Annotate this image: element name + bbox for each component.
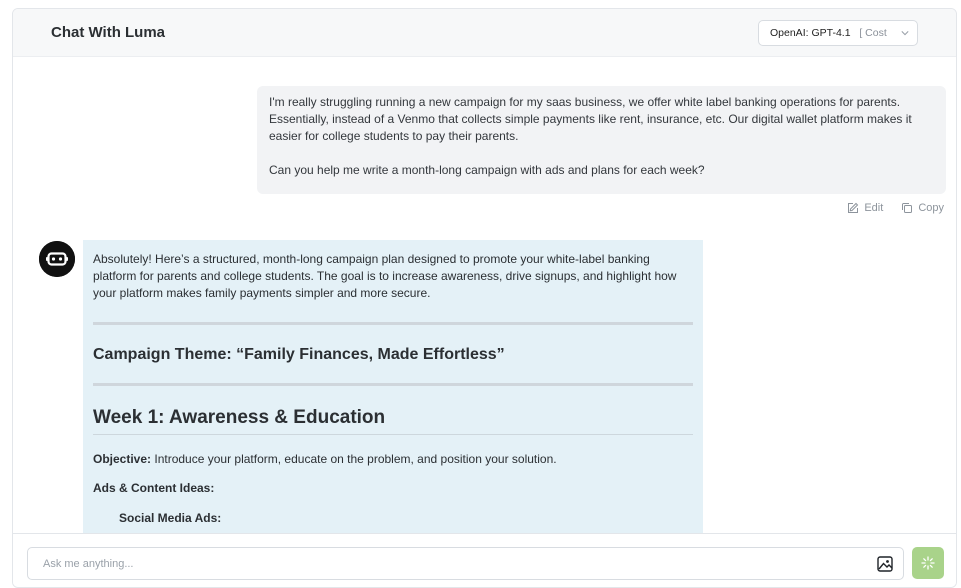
- edit-label: Edit: [864, 202, 884, 214]
- user-message: I'm really struggling running a new camp…: [257, 86, 946, 194]
- send-button[interactable]: [912, 547, 944, 579]
- objective-line: Objective: Introduce your platform, educ…: [93, 452, 693, 466]
- edit-icon: [848, 202, 859, 213]
- chat-window: Chat With Luma OpenAI: GPT-4.1 [ Cost I'…: [12, 8, 957, 588]
- user-message-paragraph: Can you help me write a month-long campa…: [269, 163, 705, 177]
- assistant-message: Absolutely! Here’s a structured, month-l…: [83, 240, 703, 533]
- user-message-paragraph: I'm really struggling running a new camp…: [269, 95, 912, 143]
- divider: [93, 322, 693, 325]
- sparkle-icon: [921, 556, 935, 570]
- objective-text: Introduce your platform, educate on the …: [151, 452, 557, 466]
- assistant-intro: Absolutely! Here’s a structured, month-l…: [93, 252, 677, 300]
- copy-icon: [902, 203, 913, 213]
- robot-icon: [39, 241, 75, 277]
- week-heading: Week 1: Awareness & Education: [93, 407, 386, 428]
- assistant-avatar: [39, 241, 75, 277]
- image-icon: [877, 556, 893, 572]
- divider: [93, 383, 693, 386]
- copy-label: Copy: [918, 202, 944, 214]
- model-select-value: OpenAI: GPT-4.1: [770, 27, 851, 39]
- message-input[interactable]: [28, 548, 868, 579]
- message-input-box: [27, 547, 904, 580]
- copy-button[interactable]: Copy: [901, 202, 944, 214]
- image-upload-button[interactable]: [877, 556, 893, 572]
- edit-button[interactable]: Edit: [847, 202, 883, 214]
- message-actions: Edit Copy: [847, 202, 944, 214]
- message-list[interactable]: I'm really struggling running a new camp…: [13, 57, 956, 533]
- ads-content-label: Ads & Content Ideas:: [93, 481, 215, 495]
- objective-label: Objective:: [93, 452, 152, 466]
- model-select[interactable]: OpenAI: GPT-4.1 [ Cost: [758, 20, 918, 46]
- campaign-theme-heading: Campaign Theme: “Family Finances, Made E…: [93, 346, 505, 363]
- chevron-down-icon: [901, 31, 909, 36]
- heading-underline: [93, 434, 693, 435]
- ads-content-heading: Ads & Content Ideas:: [93, 481, 693, 495]
- social-media-ads-item: Social Media Ads:: [119, 511, 222, 525]
- composer: [13, 533, 956, 587]
- chat-header: Chat With Luma OpenAI: GPT-4.1 [ Cost: [13, 9, 956, 57]
- chat-title: Chat With Luma: [51, 24, 166, 41]
- model-select-cost: [ Cost: [859, 27, 887, 39]
